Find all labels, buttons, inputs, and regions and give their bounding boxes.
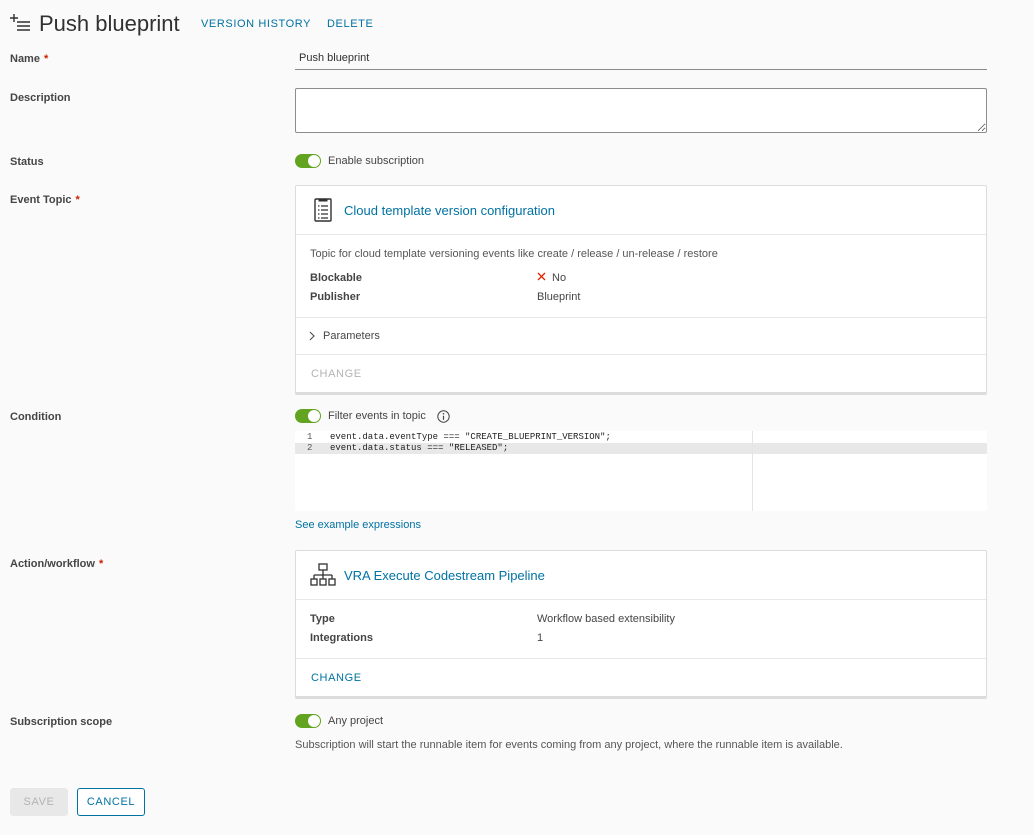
enable-subscription-label: Enable subscription — [328, 155, 425, 167]
code-line: 1 event.data.eventType === "CREATE_BLUEP… — [295, 432, 987, 443]
action-workflow-label: Action/workflow * — [10, 558, 103, 570]
event-topic-title[interactable]: Cloud template version configuration — [344, 203, 555, 218]
see-example-expressions-link[interactable]: See example expressions — [295, 519, 421, 531]
action-title[interactable]: VRA Execute Codestream Pipeline — [344, 568, 545, 583]
cancel-button[interactable]: CANCEL — [77, 788, 145, 816]
change-event-topic-button[interactable]: CHANGE — [311, 368, 362, 380]
action-card-header: VRA Execute Codestream Pipeline — [296, 551, 986, 600]
filter-events-toggle[interactable] — [295, 409, 321, 423]
parameters-expander[interactable]: Parameters — [296, 318, 986, 355]
save-button[interactable]: SAVE — [10, 788, 68, 816]
version-history-button[interactable]: VERSION HISTORY — [201, 18, 311, 30]
condition-code-editor[interactable]: 1 event.data.eventType === "CREATE_BLUEP… — [295, 431, 987, 511]
integrations-key: Integrations — [310, 631, 373, 644]
description-label: Description — [10, 92, 71, 104]
event-topic-label-text: Event Topic — [10, 194, 72, 206]
required-marker: * — [98, 558, 104, 570]
action-workflow-card: VRA Execute Codestream Pipeline Type Wor… — [295, 550, 987, 699]
document-list-icon — [310, 197, 336, 223]
workflow-icon — [310, 562, 336, 588]
name-label-text: Name — [10, 53, 40, 65]
type-value: Workflow based extensibility — [537, 612, 675, 625]
delete-button[interactable]: DELETE — [327, 18, 373, 30]
code-text: event.data.status === "RELEASED"; — [330, 443, 509, 453]
info-icon[interactable] — [437, 409, 450, 423]
any-project-label: Any project — [328, 715, 384, 727]
description-textarea[interactable] — [295, 88, 987, 133]
any-project-row: Any project — [295, 714, 383, 728]
blockable-key: Blockable — [310, 271, 362, 284]
event-topic-card-header: Cloud template version configuration — [296, 186, 986, 235]
name-label: Name * — [10, 53, 48, 65]
subscription-scope-help: Subscription will start the runnable ite… — [295, 739, 843, 751]
change-action-button[interactable]: CHANGE — [311, 672, 362, 684]
page-title: Push blueprint — [39, 11, 180, 36]
editor-ruler — [752, 431, 753, 511]
publisher-key: Publisher — [310, 290, 361, 303]
status-label: Status — [10, 156, 44, 168]
condition-label: Condition — [10, 411, 62, 423]
close-icon — [537, 272, 546, 284]
enable-subscription-row: Enable subscription — [295, 154, 424, 168]
event-topic-label: Event Topic * — [10, 194, 80, 206]
required-marker: * — [43, 53, 49, 65]
integrations-value: 1 — [537, 631, 544, 644]
enable-subscription-toggle[interactable] — [295, 154, 321, 168]
subscription-scope-label: Subscription scope — [10, 716, 113, 728]
parameters-label: Parameters — [323, 330, 380, 342]
type-key: Type — [310, 612, 335, 625]
code-line-active: 2 event.data.status === "RELEASED"; — [295, 443, 987, 454]
name-input[interactable] — [295, 50, 987, 70]
publisher-value: Blueprint — [537, 290, 581, 303]
filter-events-label: Filter events in topic — [328, 410, 426, 422]
line-number: 1 — [307, 432, 313, 442]
event-topic-description: Topic for cloud template versioning even… — [310, 248, 718, 260]
chevron-right-icon — [309, 331, 315, 341]
blockable-value: No — [552, 271, 567, 284]
line-number: 2 — [307, 443, 313, 453]
filter-events-row: Filter events in topic — [295, 409, 450, 423]
action-workflow-label-text: Action/workflow — [10, 558, 95, 570]
subscription-add-icon — [10, 12, 32, 34]
code-text: event.data.eventType === "CREATE_BLUEPRI… — [330, 432, 611, 442]
event-topic-card: Cloud template version configuration Top… — [295, 185, 987, 395]
any-project-toggle[interactable] — [295, 714, 321, 728]
required-marker: * — [75, 194, 80, 206]
